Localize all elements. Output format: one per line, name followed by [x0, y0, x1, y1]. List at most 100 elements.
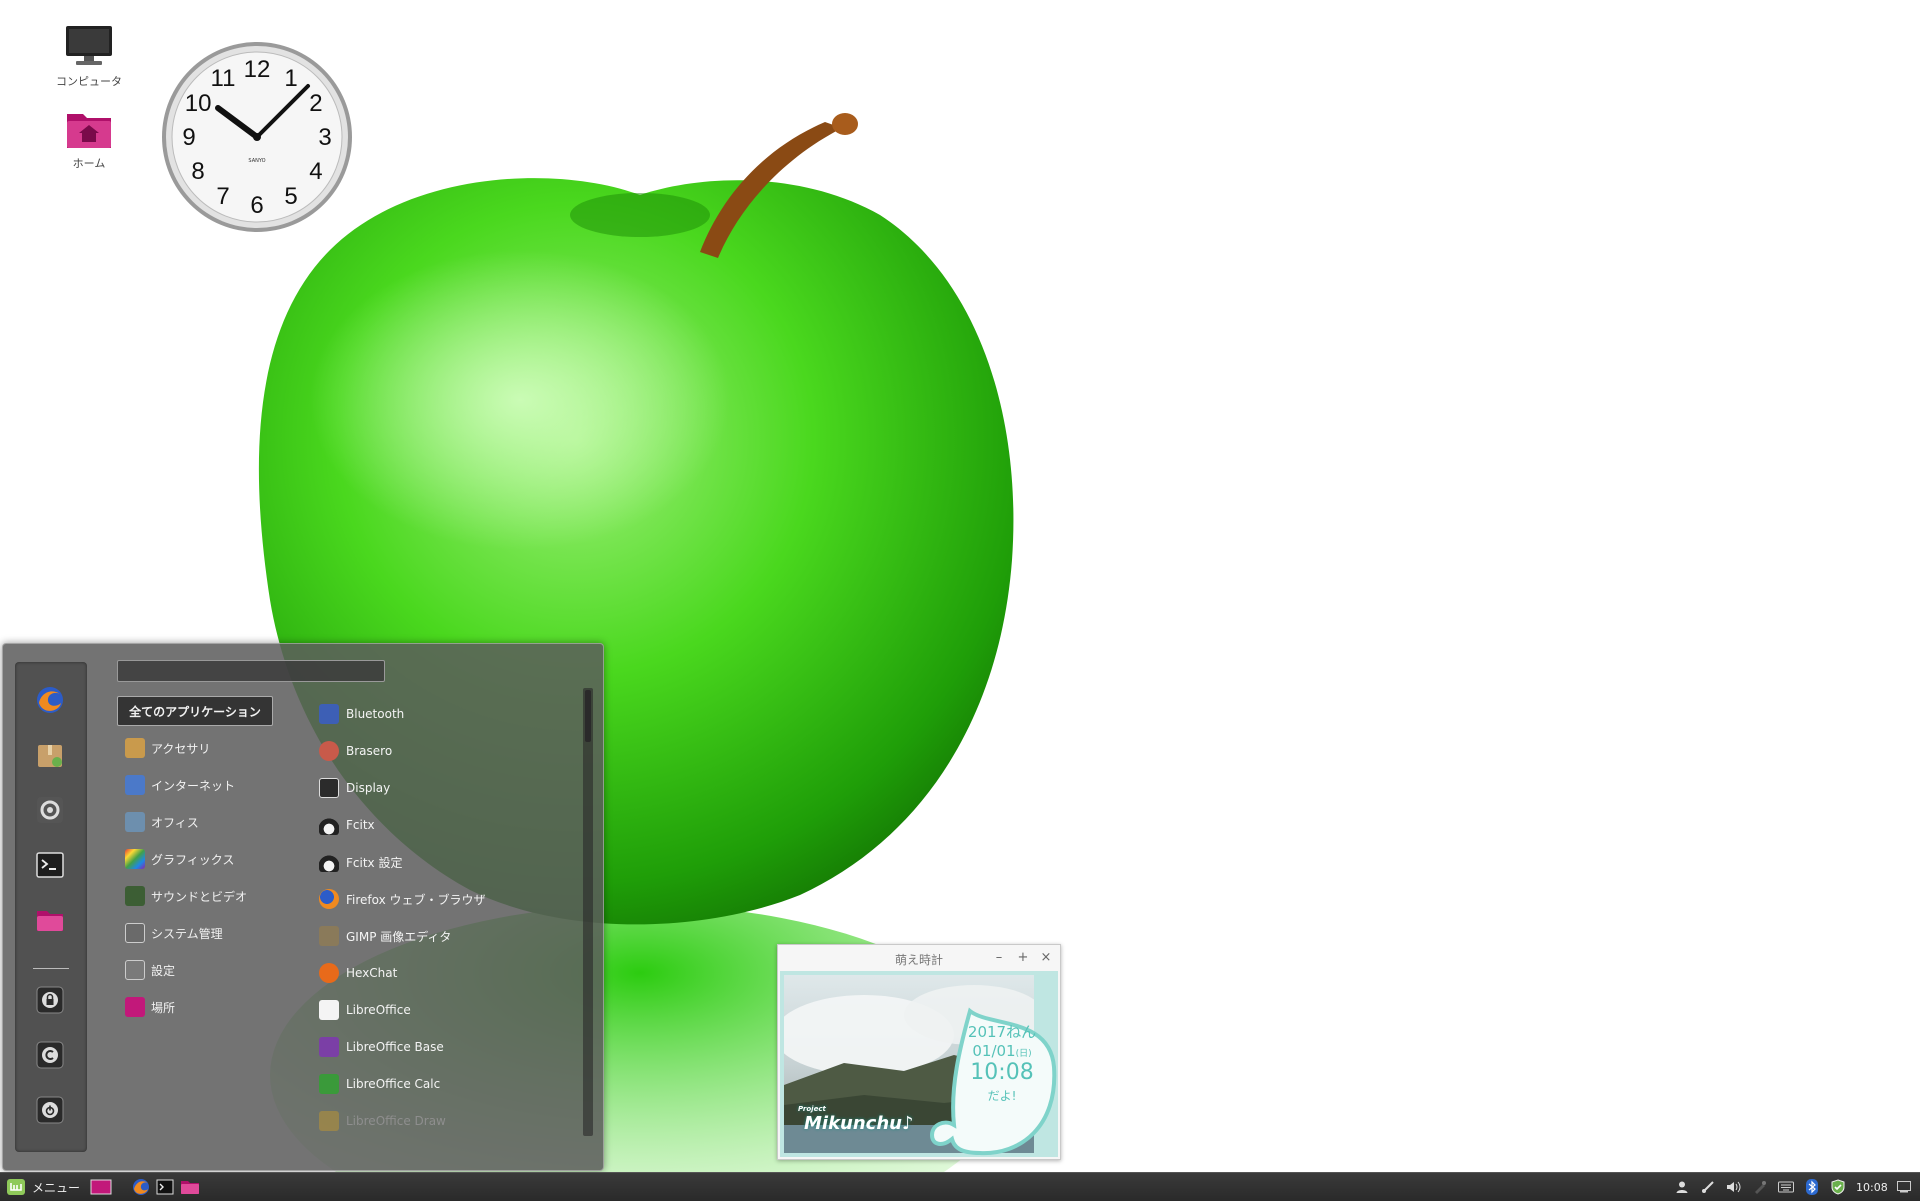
tray-keyboard[interactable]: [1776, 1177, 1796, 1197]
application-menu: 全てのアプリケーション アクセサリ インターネット オフィス グラフィックス サ…: [2, 643, 604, 1171]
applications-scrollbar[interactable]: [583, 688, 593, 1136]
favorites-sidebar: [15, 662, 87, 1152]
app-brasero[interactable]: Brasero: [319, 736, 579, 766]
moe-clock-readout: 2017ねん 01/01(日) 10:08 だよ!: [948, 1011, 1056, 1157]
menu-button[interactable]: メニュー: [6, 1176, 80, 1198]
category-graphics[interactable]: グラフィックス: [117, 845, 277, 873]
notifications-icon: [1897, 1181, 1911, 1193]
favorite-package-manager[interactable]: [32, 737, 68, 773]
firefox-icon: [319, 889, 339, 909]
app-firefox[interactable]: Firefox ウェブ・ブラウザ: [319, 884, 579, 914]
menu-search-input[interactable]: [117, 660, 385, 682]
favorite-firefox[interactable]: [32, 682, 68, 718]
brasero-icon: [319, 741, 339, 761]
app-libreoffice[interactable]: LibreOffice: [319, 995, 579, 1025]
moe-clock-window: 萌え時計 – + × Project Mikunchu♪ 2017ねん 01/0…: [777, 944, 1061, 1160]
clock-applet[interactable]: 10:08: [1856, 1176, 1888, 1198]
internet-icon: [125, 775, 145, 795]
maximize-button[interactable]: +: [1014, 949, 1032, 967]
clock-numeral: 9: [182, 124, 195, 151]
system-admin-icon: [125, 923, 145, 943]
office-icon: [125, 812, 145, 832]
shutdown-icon: [36, 1096, 64, 1124]
logout-button[interactable]: [32, 1037, 68, 1073]
moe-time: 10:08: [970, 1060, 1034, 1085]
close-button[interactable]: ×: [1037, 949, 1055, 967]
app-bluetooth[interactable]: Bluetooth: [319, 699, 579, 729]
category-accessories[interactable]: アクセサリ: [117, 734, 277, 762]
category-label: グラフィックス: [151, 852, 235, 867]
desktop-icon-label: ホーム: [72, 157, 106, 170]
category-places[interactable]: 場所: [117, 993, 277, 1021]
places-folder-icon: [125, 997, 145, 1017]
favorites-separator: [33, 968, 69, 969]
moe-weekday: (日): [1015, 1049, 1032, 1059]
app-fcitx-settings[interactable]: Fcitx 設定: [319, 847, 579, 877]
app-label: LibreOffice: [346, 1003, 411, 1017]
clock-numeral: 1: [284, 65, 297, 92]
favorite-files[interactable]: [32, 902, 68, 938]
category-label: 設定: [151, 963, 176, 978]
category-all-applications[interactable]: 全てのアプリケーション: [117, 696, 273, 726]
launcher-firefox[interactable]: [132, 1176, 150, 1198]
libreoffice-base-icon: [319, 1037, 339, 1057]
lock-screen-button[interactable]: [32, 982, 68, 1018]
category-label: 場所: [151, 1000, 176, 1015]
desktop-icon-label: コンピュータ: [56, 75, 122, 88]
launcher-terminal[interactable]: [156, 1176, 174, 1198]
brand-name: Mikunchu♪: [804, 1113, 914, 1134]
bluetooth-icon: [1806, 1179, 1818, 1195]
tray-update-manager[interactable]: [1828, 1177, 1848, 1197]
show-desktop-icon: [90, 1179, 112, 1195]
tray-notifications[interactable]: [1894, 1177, 1914, 1197]
shutdown-button[interactable]: [32, 1092, 68, 1128]
hexchat-icon: [319, 963, 339, 983]
app-fcitx[interactable]: Fcitx: [319, 810, 579, 840]
app-label: Firefox ウェブ・ブラウザ: [346, 892, 486, 907]
launcher-files[interactable]: [180, 1176, 200, 1198]
show-desktop-button[interactable]: [90, 1176, 112, 1198]
monitor-icon: [66, 26, 112, 65]
tray-user[interactable]: [1672, 1177, 1692, 1197]
clock-numeral: 7: [216, 183, 229, 210]
category-label: オフィス: [151, 815, 199, 830]
app-label: Bluetooth: [346, 707, 405, 721]
category-label: インターネット: [151, 778, 236, 793]
tray-volume[interactable]: [1724, 1177, 1744, 1197]
favorite-system-settings[interactable]: [32, 792, 68, 828]
tray-keyboard-tool[interactable]: [1750, 1177, 1770, 1197]
scrollbar-thumb[interactable]: [585, 690, 591, 742]
tray-bluetooth[interactable]: [1802, 1177, 1822, 1197]
graphics-icon: [125, 849, 145, 869]
volume-icon: [1727, 1181, 1741, 1193]
files-folder-icon: [37, 911, 63, 931]
libreoffice-draw-icon: [319, 1111, 339, 1131]
clock-numeral: 4: [309, 158, 322, 185]
tray-network[interactable]: [1698, 1177, 1718, 1197]
lock-screen-icon: [36, 986, 64, 1014]
settings-icon: [125, 960, 145, 980]
accessories-icon: [125, 738, 145, 758]
category-system-administration[interactable]: システム管理: [117, 919, 277, 947]
category-settings[interactable]: 設定: [117, 956, 277, 984]
app-libreoffice-calc[interactable]: LibreOffice Calc: [319, 1069, 579, 1099]
category-internet[interactable]: インターネット: [117, 771, 277, 799]
app-libreoffice-base[interactable]: LibreOffice Base: [319, 1032, 579, 1062]
app-hexchat[interactable]: HexChat: [319, 958, 579, 988]
window-titlebar[interactable]: 萌え時計 – + ×: [778, 945, 1060, 971]
display-terminal-icon: [319, 778, 339, 798]
minimize-button[interactable]: –: [990, 949, 1008, 967]
analog-clock-desklet: 12 12 3 45678 9 1011 SANYO: [162, 42, 352, 232]
category-multimedia[interactable]: サウンドとビデオ: [117, 882, 277, 910]
app-gimp[interactable]: GIMP 画像エディタ: [319, 921, 579, 951]
app-libreoffice-draw[interactable]: LibreOffice Draw: [319, 1106, 579, 1136]
app-label: LibreOffice Calc: [346, 1077, 441, 1091]
libreoffice-icon: [319, 1000, 339, 1020]
favorite-terminal[interactable]: [32, 847, 68, 883]
app-label: Fcitx 設定: [346, 855, 403, 870]
desktop-icon-computer[interactable]: コンピュータ: [34, 24, 144, 89]
network-icon: [1702, 1181, 1714, 1193]
desktop-icon-home[interactable]: ホーム: [34, 108, 144, 171]
app-display[interactable]: Display: [319, 773, 579, 803]
category-office[interactable]: オフィス: [117, 808, 277, 836]
